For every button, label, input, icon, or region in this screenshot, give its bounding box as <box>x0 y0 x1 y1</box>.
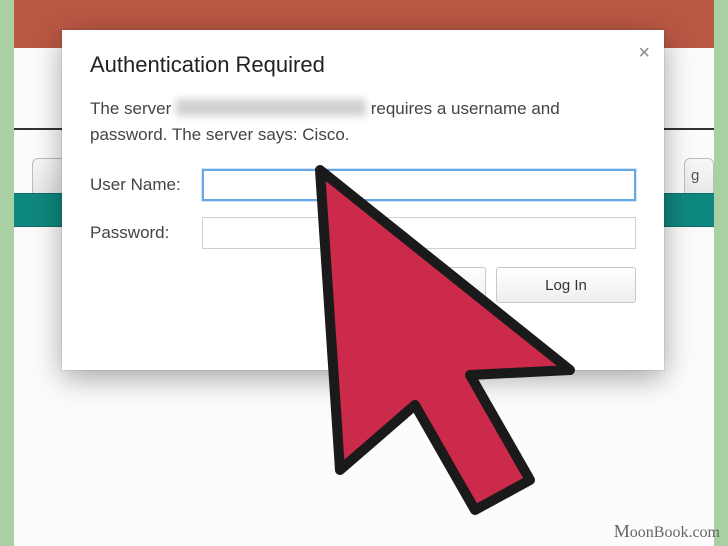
password-input[interactable] <box>202 217 636 249</box>
redacted-server-address <box>176 99 366 116</box>
username-row: User Name: <box>90 169 636 201</box>
username-label: User Name: <box>90 175 202 195</box>
auth-dialog: × Authentication Required The server req… <box>62 30 664 370</box>
login-button[interactable]: Log In <box>496 267 636 303</box>
watermark-text: oonBook.com <box>630 524 720 541</box>
username-input[interactable] <box>202 169 636 201</box>
dialog-button-row: Cancel Log In <box>90 267 636 303</box>
stage: g × Authentication Required The server r… <box>0 0 728 546</box>
dialog-title: Authentication Required <box>90 52 636 78</box>
close-icon[interactable]: × <box>638 42 650 65</box>
password-label: Password: <box>90 223 202 243</box>
message-prefix: The server <box>90 99 176 118</box>
password-row: Password: <box>90 217 636 249</box>
background-tab[interactable]: g <box>684 158 714 194</box>
watermark: MoonBook.com <box>614 521 720 542</box>
dialog-message: The server requires a username and passw… <box>90 96 636 147</box>
cancel-button[interactable]: Cancel <box>346 267 486 303</box>
